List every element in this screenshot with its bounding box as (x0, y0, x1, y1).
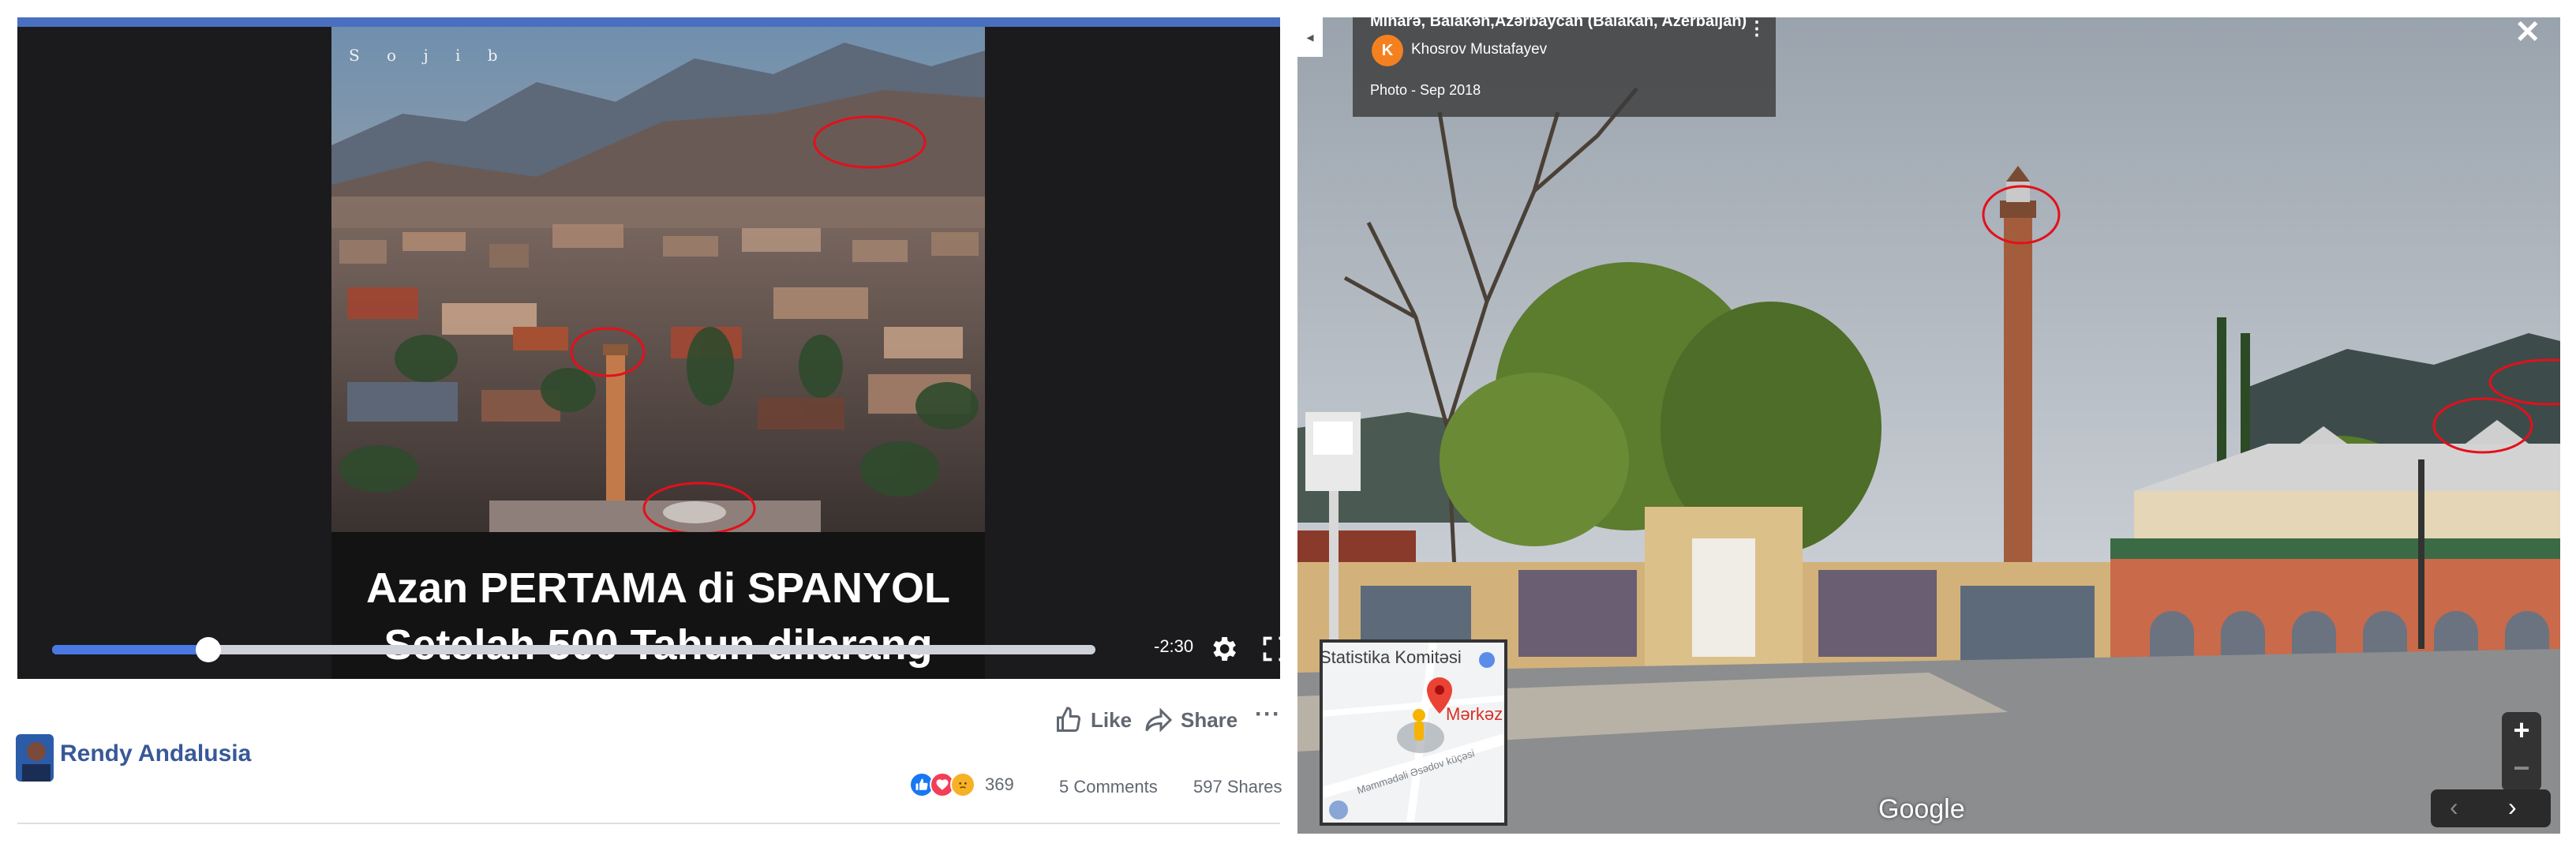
share-arrow-icon (1145, 707, 1173, 733)
next-photo-button[interactable]: › (2508, 793, 2517, 822)
video-frame: S o j i b Azan PERTAMA di SPANYOL Setela… (331, 27, 985, 679)
share-button[interactable]: Share (1144, 703, 1237, 737)
minimap-roads (1323, 643, 1504, 823)
thumbs-up-icon (1057, 707, 1080, 733)
facebook-video-post: S o j i b Azan PERTAMA di SPANYOL Setela… (0, 0, 1294, 851)
photo-info-card: Minarə, Balakən,Azərbaycan (Balakan, Aze… (1353, 17, 1776, 117)
place-title[interactable]: Minarə, Balakən,Azərbaycan (Balakan, Aze… (1370, 17, 1747, 31)
minimap[interactable]: Statistika Komitəsi Mərkəz Məmmədəli Əsə… (1320, 639, 1507, 826)
google-street-view[interactable]: ◂ Minarə, Balakən,Azərbaycan (Balakan, A… (1297, 17, 2560, 834)
google-logo: Google (1878, 794, 1965, 824)
minimap-label-statistics: Statistika Komitəsi (1320, 647, 1462, 667)
time-remaining: -2:30 (1154, 636, 1194, 656)
close-icon[interactable]: ✕ (2514, 17, 2541, 51)
previous-photo-button[interactable]: ‹ (2450, 793, 2458, 822)
settings-gear-icon[interactable] (1208, 633, 1239, 665)
video-top-bar (17, 17, 1280, 27)
aerial-city-scene (331, 27, 985, 532)
caption-line-1: Azan PERTAMA di SPANYOL (365, 564, 951, 612)
author-avatar[interactable] (16, 734, 54, 782)
comments-count-link[interactable]: 5 Comments (1059, 777, 1158, 797)
share-label: Share (1181, 707, 1238, 732)
reaction-summary[interactable]: 369 (909, 772, 1014, 797)
caption-band: Azan PERTAMA di SPANYOL Setelah 500 Tahu… (331, 532, 985, 679)
zoom-in-button[interactable]: + (2502, 714, 2541, 750)
more-options-button[interactable]: ··· (1255, 701, 1281, 728)
author-name-link[interactable]: Rendy Andalusia (60, 740, 251, 767)
photographer-avatar[interactable]: K (1372, 35, 1403, 66)
zoom-out-button[interactable]: − (2502, 752, 2541, 788)
seek-bar-played (52, 645, 209, 654)
minimap-pin-label: Mərkəz (1446, 704, 1503, 724)
reaction-count: 369 (985, 774, 1014, 794)
sad-reaction-icon (950, 772, 975, 797)
video-player[interactable]: S o j i b Azan PERTAMA di SPANYOL Setela… (17, 17, 1280, 679)
street-view-back-button[interactable]: ◂ (1297, 17, 1323, 57)
zoom-control: + − (2502, 712, 2541, 791)
photo-date: Photo - Sep 2018 (1370, 82, 1481, 98)
fullscreen-icon[interactable] (1261, 635, 1280, 663)
photographer-name[interactable]: Khosrov Mustafayev (1411, 41, 1547, 58)
more-options-kebab-icon[interactable]: ⋮ (1747, 17, 1766, 40)
like-button[interactable]: Like (1054, 703, 1132, 737)
seek-bar[interactable] (52, 637, 1095, 662)
footer-divider (17, 823, 1280, 824)
video-watermark: S o j i b (349, 46, 509, 65)
like-label: Like (1091, 707, 1133, 732)
post-footer: Like Share ··· Rendy Andalusia 369 5 Com… (0, 687, 1294, 851)
photo-navigation: ‹ › (2431, 789, 2551, 827)
shares-count-link[interactable]: 597 Shares (1193, 777, 1282, 797)
seek-bar-handle[interactable] (196, 637, 222, 662)
